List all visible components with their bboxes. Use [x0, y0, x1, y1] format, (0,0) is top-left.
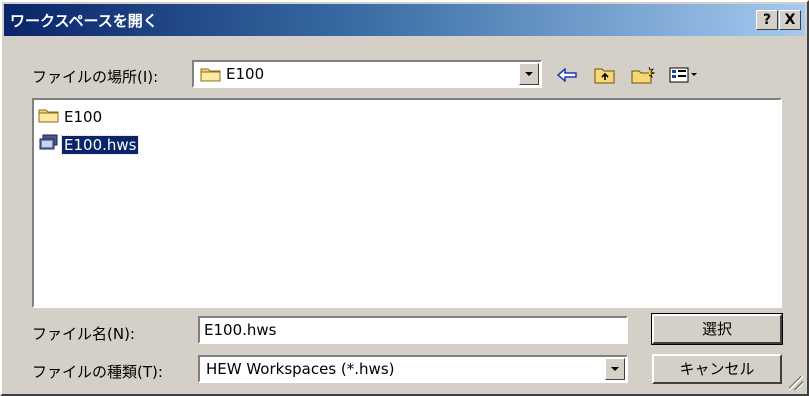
new-folder-icon[interactable] — [630, 64, 656, 86]
file-list[interactable]: E100 E100.hws — [32, 98, 782, 308]
title-bar[interactable]: ワークスペースを開く ? X — [4, 4, 805, 36]
list-item-label: E100.hws — [60, 135, 140, 155]
window-title: ワークスペースを開く — [10, 12, 158, 30]
resize-grip[interactable] — [789, 376, 803, 390]
back-arrow-icon[interactable] — [554, 64, 580, 86]
view-menu-icon[interactable] — [666, 64, 702, 86]
filetype-combo[interactable]: HEW Workspaces (*.hws) — [198, 355, 628, 383]
filetype-label: ファイルの種類(T): — [32, 363, 163, 381]
location-dropdown-button[interactable] — [519, 63, 539, 85]
close-button[interactable]: X — [779, 10, 801, 30]
filetype-value: HEW Workspaces (*.hws) — [206, 360, 395, 378]
help-button[interactable]: ? — [756, 10, 778, 30]
filename-label: ファイル名(N): — [32, 325, 135, 343]
location-combo[interactable]: E100 — [192, 60, 542, 88]
up-folder-icon[interactable] — [592, 64, 618, 86]
folder-icon — [38, 107, 60, 127]
list-item-folder[interactable]: E100 — [38, 106, 104, 128]
open-workspace-dialog: ワークスペースを開く ? X ファイルの場所(I): E100 E100 E10… — [0, 0, 809, 396]
location-value: E100 — [226, 65, 265, 83]
cancel-button[interactable]: キャンセル — [652, 354, 782, 384]
list-item-workspace[interactable]: E100.hws — [38, 134, 140, 156]
location-label: ファイルの場所(I): — [32, 68, 159, 86]
folder-icon — [200, 66, 222, 86]
workspace-file-icon — [38, 134, 60, 156]
select-button[interactable]: 選択 — [651, 313, 783, 345]
filename-input[interactable] — [198, 316, 628, 344]
filetype-dropdown-button[interactable] — [605, 358, 625, 380]
list-item-label: E100 — [64, 108, 103, 126]
